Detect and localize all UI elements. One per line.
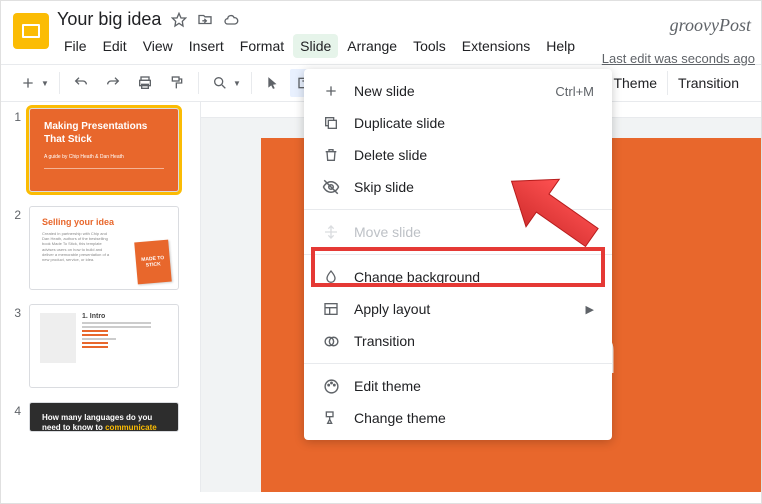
menu-duplicate-slide[interactable]: Duplicate slide [304,107,612,139]
menu-help[interactable]: Help [539,34,582,58]
eye-off-icon [322,178,340,196]
redo-button[interactable] [98,69,128,97]
menu-label: New slide [354,83,415,99]
menu-label: Apply layout [354,301,430,317]
chevron-down-icon[interactable]: ▼ [233,79,245,88]
trash-icon [322,146,340,164]
menu-edit-theme[interactable]: Edit theme [304,370,612,402]
droplet-icon [322,268,340,286]
keyboard-shortcut: Ctrl+M [555,84,594,99]
menu-new-slide[interactable]: New slide Ctrl+M [304,75,612,107]
plus-icon [322,82,340,100]
menu-change-theme[interactable]: Change theme [304,402,612,434]
menu-extensions[interactable]: Extensions [455,34,537,58]
menu-label: Change background [354,269,480,285]
menu-label: Transition [354,333,415,349]
select-tool-button[interactable] [258,69,288,97]
layout-icon [322,300,340,318]
chevron-right-icon: ▶ [586,226,594,239]
undo-button[interactable] [66,69,96,97]
menu-label: Change theme [354,410,446,426]
menu-label: Edit theme [354,378,421,394]
thumbnail-subtitle: A guide by Chip Heath & Dan Heath [44,154,164,160]
menu-transition[interactable]: Transition [304,325,612,357]
menu-delete-slide[interactable]: Delete slide [304,139,612,171]
watermark: groovyPost [670,15,751,36]
thumbnail-title: 1. Intro [82,313,168,320]
new-slide-button[interactable] [13,69,43,97]
slide-number: 2 [11,206,21,290]
slide-number: 4 [11,402,21,432]
thumbnail-body: Created in partnership with Chip and Dan… [42,231,112,262]
duplicate-icon [322,114,340,132]
menu-label: Duplicate slide [354,115,445,131]
menu-change-background[interactable]: Change background [304,261,612,293]
thumbnail-title: Selling your idea [42,217,166,227]
filmstrip: 1 Making Presentations That Stick A guid… [1,102,201,492]
move-icon [322,223,340,241]
transition-button[interactable]: Transition [667,71,749,95]
slide-menu-dropdown: New slide Ctrl+M Duplicate slide Delete … [304,69,612,440]
app-header: Your big idea File Edit View Insert Form… [1,1,761,58]
star-icon[interactable] [171,12,187,28]
menu-file[interactable]: File [57,34,94,58]
transition-icon [322,332,340,350]
cloud-status-icon[interactable] [223,12,239,28]
chevron-right-icon: ▶ [586,303,594,316]
brush-icon [322,409,340,427]
print-button[interactable] [130,69,160,97]
menu-insert[interactable]: Insert [182,34,231,58]
menu-label: Delete slide [354,147,427,163]
paint-format-button[interactable] [162,69,192,97]
menu-view[interactable]: View [136,34,180,58]
menu-label: Skip slide [354,179,414,195]
menu-label: Move slide [354,224,421,240]
chevron-down-icon[interactable]: ▼ [41,79,53,88]
document-title[interactable]: Your big idea [57,9,161,30]
slide-thumbnail-1[interactable]: Making Presentations That Stick A guide … [29,108,179,192]
move-folder-icon[interactable] [197,12,213,28]
slide-thumbnail-3[interactable]: 1. Intro [29,304,179,388]
menu-slide[interactable]: Slide [293,34,338,58]
menu-arrange[interactable]: Arrange [340,34,404,58]
slide-thumbnail-2[interactable]: Selling your idea Created in partnership… [29,206,179,290]
thumbnail-title: How many languages do you need to know t… [42,413,166,432]
menu-apply-layout[interactable]: Apply layout ▶ [304,293,612,325]
app-logo-icon[interactable] [13,13,49,49]
menu-move-slide: Move slide ▶ [304,216,612,248]
zoom-button[interactable] [205,69,235,97]
thumbnail-title: Making Presentations That Stick [44,121,164,146]
menu-edit[interactable]: Edit [96,34,134,58]
slide-number: 1 [11,108,21,192]
slide-number: 3 [11,304,21,388]
menu-skip-slide[interactable]: Skip slide [304,171,612,203]
book-icon: MADE TO STICK [134,240,172,285]
menu-tools[interactable]: Tools [406,34,453,58]
menu-format[interactable]: Format [233,34,291,58]
theme-button[interactable]: Theme [602,71,667,95]
slide-thumbnail-4[interactable]: How many languages do you need to know t… [29,402,179,432]
last-edit-link[interactable]: Last edit was seconds ago [602,51,755,66]
palette-icon [322,377,340,395]
